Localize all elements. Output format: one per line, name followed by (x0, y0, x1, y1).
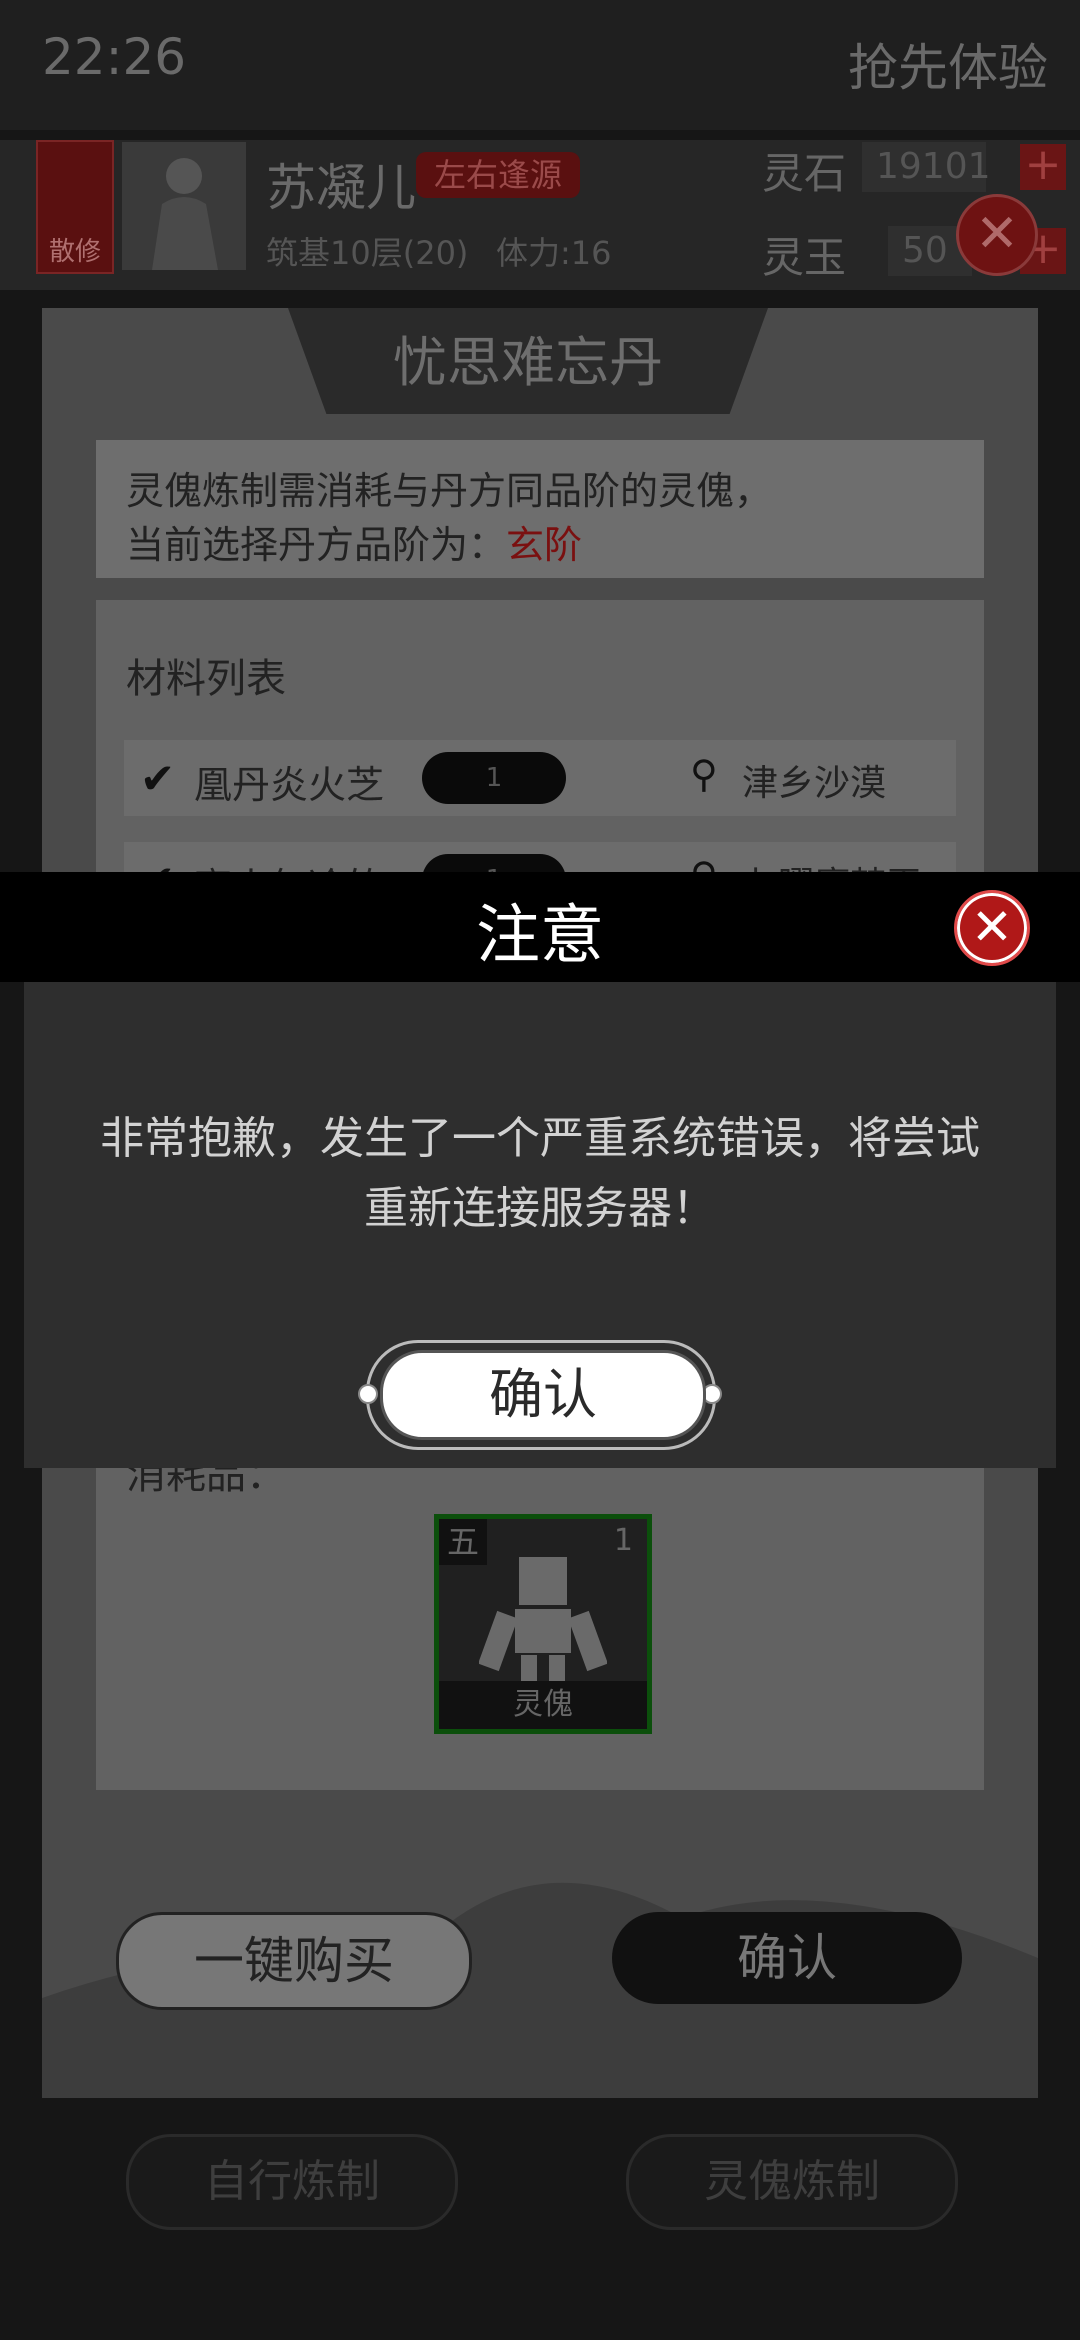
spirit-jade-label: 灵玉 (762, 233, 847, 282)
player-name: 苏凝儿 (266, 159, 416, 217)
panel-confirm-button[interactable]: 确认 (612, 1912, 962, 2004)
material-location[interactable]: 七曜魔梦玉 (742, 856, 922, 872)
button-ornament-dot (358, 1384, 378, 1404)
item-count: 1 (613, 1523, 633, 1558)
spirit-stone-label: 灵石 (762, 149, 847, 198)
rank-label: 散修 (48, 237, 101, 267)
spirit-stone-value: 19101 (862, 142, 991, 192)
self-refine-button[interactable]: 自行炼制 (126, 2134, 458, 2230)
info-line-2-prefix: 当前选择丹方品阶为： (126, 523, 507, 567)
info-line-2: 当前选择丹方品阶为：玄阶 (126, 514, 582, 569)
check-icon: ✔ (140, 856, 175, 872)
item-name: 灵傀 (439, 1681, 647, 1729)
check-icon: ✔ (140, 754, 176, 803)
dialog-message: 非常抱歉，发生了一个严重系统错误，将尝试重新连接服务器！ (100, 1113, 980, 1234)
player-level: 筑基10层(20) (266, 234, 469, 272)
dialog-close-icon[interactable]: ✕ (954, 890, 1030, 966)
material-row[interactable]: ✔ 离火气冷竹 1 ⚲ 七曜魔梦玉 (124, 842, 956, 872)
location-pin-icon: ⚲ (690, 752, 718, 796)
avatar-portrait-icon (152, 158, 218, 270)
clock: 22:26 (42, 28, 187, 86)
material-name: 凰丹炎火芝 (194, 763, 385, 807)
spirit-stone-plus-button[interactable]: + (1020, 143, 1066, 190)
panel-title: 忧思难忘丹 (393, 331, 663, 394)
material-row[interactable]: ✔ 凰丹炎火芝 1 ⚲ 津乡沙漠 (124, 740, 956, 816)
material-name: 离火气冷竹 (194, 856, 384, 872)
avatar[interactable] (122, 142, 246, 270)
info-line-1: 灵傀炼制需消耗与丹方同品阶的灵傀， (126, 469, 773, 513)
material-location[interactable]: 津乡沙漠 (742, 754, 886, 806)
material-qty: 1 (422, 854, 566, 872)
dialog-confirm-button[interactable]: 确认 (380, 1350, 706, 1440)
early-access-label: 抢先体验 (848, 39, 1048, 97)
location-pin-icon: ⚲ (690, 854, 718, 872)
material-qty: 1 (422, 752, 566, 804)
recipe-grade: 玄阶 (506, 523, 583, 567)
player-stamina: 体力:16 (496, 234, 612, 272)
close-icon[interactable]: ✕ (956, 194, 1038, 276)
rank-badge: 散修 (36, 140, 114, 274)
player-tag: 左右逢源 (416, 152, 581, 198)
puppet-icon (479, 1557, 607, 1687)
puppet-refine-button[interactable]: 灵傀炼制 (626, 2134, 958, 2230)
materials-title: 材料列表 (126, 656, 286, 702)
buy-all-button[interactable]: 一键购买 (116, 1912, 472, 2010)
cost-item-slot[interactable]: 五 1 灵傀 (434, 1514, 652, 1734)
dialog-title: 注意 (476, 899, 604, 973)
item-grade: 五 (439, 1519, 487, 1565)
